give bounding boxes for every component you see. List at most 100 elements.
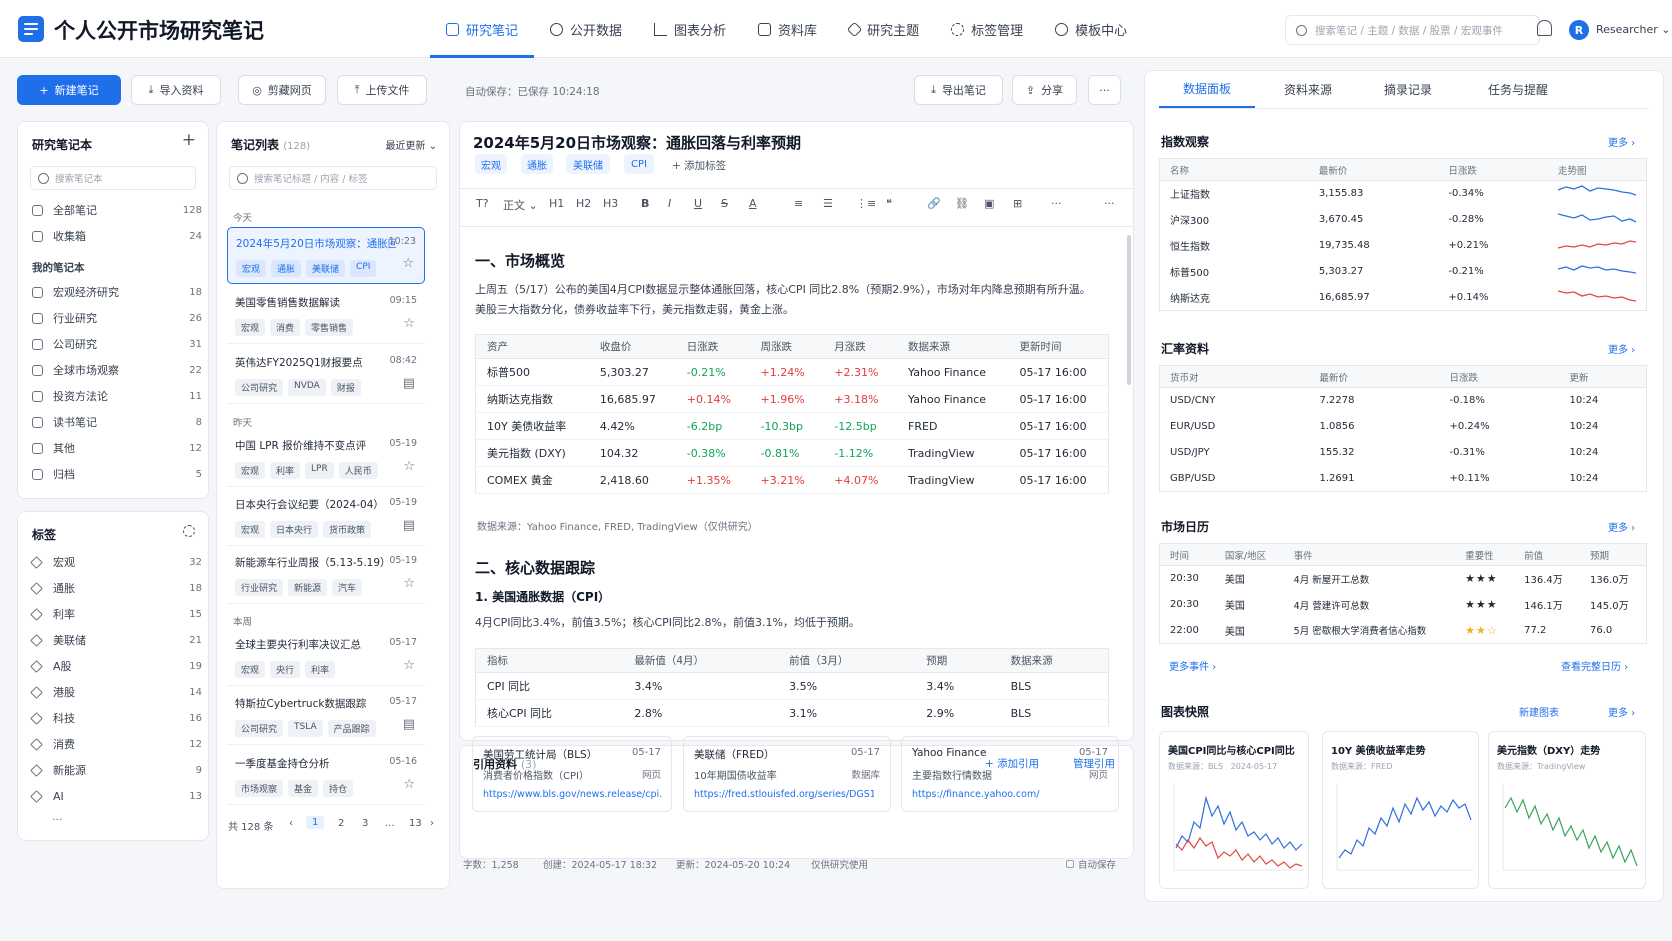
star-icon[interactable]: ☆ [403,316,415,331]
calendar-row[interactable]: 22:00 美国 5月 密歇根大学消费者信心指数 ★★☆ 77.2 76.0 [1160,618,1647,644]
star-icon[interactable]: ☆ [403,658,415,673]
align-button[interactable]: ≡ [794,197,803,213]
tag-item[interactable]: 港股 14 [30,682,202,702]
editor-scrollbar[interactable] [1127,235,1131,385]
calendar-row[interactable]: 20:30 美国 4月 新屋开工总数 ★★★ 136.4万 136.0万 [1160,566,1647,592]
fx-row[interactable]: USD/CNY 7.2278 -0.18% 10:24 [1160,388,1647,414]
fx-row[interactable]: GBP/USD 1.2691 +0.11% 10:24 [1160,466,1647,492]
note-tag[interactable]: 宏观 [475,154,507,174]
global-search-input[interactable]: 搜索笔记 / 主题 / 数据 / 股票 / 宏观事件 [1285,15,1540,45]
reference-link[interactable]: https://www.bls.gov/news.release/cpi.htm [483,789,663,800]
h3-button[interactable]: H3 [603,197,618,213]
tab-excerpts[interactable]: 摘录记录 [1360,70,1456,108]
star-icon[interactable]: ☆ [403,459,415,474]
editor-menu-button[interactable]: ··· [1104,197,1115,213]
tag-item[interactable]: 利率 15 [30,604,202,624]
document-icon[interactable]: ▤ [403,518,415,533]
text-style-button[interactable]: T? [476,197,489,213]
font-color-button[interactable]: A [749,197,757,213]
nav-research-notes[interactable]: 研究笔记 [430,0,535,58]
note-list-item[interactable]: 英伟达FY2025Q1财报要点 08:42 公司研究 NVDA 财报 ▤ [227,347,425,404]
notebook-item[interactable]: 投资方法论 11 [32,386,202,406]
nav-tag-management[interactable]: 标签管理 [935,0,1039,58]
more-tools-button[interactable]: ··· [1051,197,1062,213]
tag-item[interactable]: AI 13 [30,786,202,806]
more-events-link[interactable]: 更多事件 › [1169,658,1216,673]
user-menu[interactable]: Researcher ⌄ [1596,23,1670,36]
numbered-list-button[interactable]: ⋮≡ [856,197,876,213]
underline-button[interactable]: U [694,197,702,213]
note-search-input[interactable]: 搜索笔记标题 / 内容 / 标签 [229,166,437,190]
note-list-item[interactable]: 全球主要央行利率决议汇总 05-17 宏观 央行 利率 ☆ [227,629,425,686]
document-icon[interactable]: ▤ [403,376,415,391]
calendar-row[interactable]: 20:30 美国 4月 营建许可总数 ★★★ 146.1万 145.0万 [1160,592,1647,618]
pagination-page[interactable]: 3 [362,818,368,829]
tag-item[interactable]: 科技 16 [30,708,202,728]
calendar-more-link[interactable]: 更多 › [1608,519,1635,534]
notebook-item[interactable]: 全球市场观察 22 [32,360,202,380]
reference-card[interactable]: 美国劳工统计局（BLS） 05-17 消费者价格指数（CPI） 网页 https://w… [472,736,672,812]
star-icon[interactable]: ☆ [402,256,414,271]
quote-button[interactable]: ❝ [886,197,892,213]
notebook-item[interactable]: 读书笔记 8 [32,412,202,432]
chart-snapshot-card[interactable]: 美国CPI同比与核心CPI同比 数据来源：BLS 2024-05-17 [1159,731,1309,889]
reference-card[interactable]: Yahoo Finance 05-17 主要指数行情数据 网页 https://fina… [901,736,1119,812]
tags-more[interactable]: ... [52,810,63,823]
fx-row[interactable]: EUR/USD 1.0856 +0.24% 10:24 [1160,414,1647,440]
index-row[interactable]: 恒生指数 19,735.48 +0.21% [1160,233,1647,259]
index-row[interactable]: 标普500 5,303.27 -0.21% [1160,259,1647,285]
star-icon[interactable]: ☆ [403,777,415,792]
export-button[interactable]: ⤓ 导出笔记 [914,75,1003,105]
pagination-page[interactable]: 1 [306,816,325,829]
clip-web-button[interactable]: ◎ 剪藏网页 [238,75,326,105]
strikethrough-button[interactable]: S [721,197,728,213]
import-button[interactable]: ⤓ 导入资料 [131,75,221,105]
star-icon[interactable]: ☆ [403,576,415,591]
add-tag-button[interactable]: + 添加标签 [672,158,726,174]
image-icon[interactable]: ▣ [984,197,994,213]
sort-dropdown[interactable]: 最近更新 ⌄ [385,137,437,152]
pagination-page[interactable]: 13 [409,818,422,829]
h1-button[interactable]: H1 [549,197,564,213]
new-chart-button[interactable]: 新建图表 [1519,704,1559,719]
pagination-next[interactable]: › [430,818,434,829]
document-icon[interactable]: ▤ [403,717,415,732]
reference-link[interactable]: https://fred.stlouisfed.org/series/DGS10 [694,789,874,800]
autosave-toggle[interactable]: 自动保存 [1066,857,1116,871]
notebook-inbox[interactable]: 收集箱 24 [32,226,202,246]
index-more-link[interactable]: 更多 › [1608,134,1635,149]
nav-topics[interactable]: 研究主题 [833,0,935,58]
chart-snapshot-card[interactable]: 10Y 美债收益率走势 数据来源：FRED [1322,731,1479,889]
note-list-item[interactable]: 新能源车行业周报（5.13-5.19） 05-19 行业研究 新能源 汽车 ☆ [227,547,425,604]
note-tag[interactable]: 美联储 [566,154,610,174]
paragraph-dropdown[interactable]: 正文 ⌄ [503,197,538,213]
nav-public-data[interactable]: 公开数据 [534,0,638,58]
note-list-item[interactable]: 特斯拉Cybertruck数据跟踪 05-17 公司研究 TSLA 产品跟踪 ▤ [227,688,425,745]
notebook-item[interactable]: 宏观经济研究 18 [32,282,202,302]
share-button[interactable]: ⇪ 分享 [1012,75,1077,105]
note-tag[interactable]: 通胀 [521,154,553,174]
bullet-list-button[interactable]: ☰ [823,197,833,213]
bold-button[interactable]: B [641,197,649,213]
notebook-item[interactable]: 行业研究 26 [32,308,202,328]
pagination-prev[interactable]: ‹ [289,818,293,829]
nav-chart-analysis[interactable]: 图表分析 [638,0,742,58]
chart-snapshot-card[interactable]: 美元指数（DXY）走势 数据来源：TradingView [1488,731,1646,889]
note-list-item[interactable]: 美国零售销售数据解读 09:15 宏观 消费 零售销售 ☆ [227,287,425,344]
link-icon[interactable]: 🔗 [927,197,941,213]
notebook-search-input[interactable]: 搜索笔记本 [30,166,196,190]
tag-settings-gear-icon[interactable] [183,525,195,537]
note-list-item[interactable]: 一季度基金持仓分析 05-16 市场观察 基金 持仓 ☆ [227,748,425,805]
upload-button[interactable]: ⤒ 上传文件 [337,75,427,105]
note-list-item[interactable]: 2024年5月20日市场观察：通胀回落与利率预期10:23宏观通胀美联储CPI☆ [227,227,425,284]
index-row[interactable]: 上证指数 3,155.83 -0.34% [1160,181,1647,207]
tag-item[interactable]: 宏观 32 [30,552,202,572]
notebook-item[interactable]: 其他 12 [32,438,202,458]
unlink-icon[interactable]: ⛓ [955,197,969,213]
notebook-all[interactable]: 全部笔记 128 [32,200,202,220]
avatar[interactable]: R [1569,20,1589,40]
index-row[interactable]: 沪深300 3,670.45 -0.28% [1160,207,1647,233]
tab-sources[interactable]: 资料来源 [1260,70,1356,108]
more-options-button[interactable]: ··· [1088,75,1121,105]
italic-button[interactable]: I [668,197,671,213]
